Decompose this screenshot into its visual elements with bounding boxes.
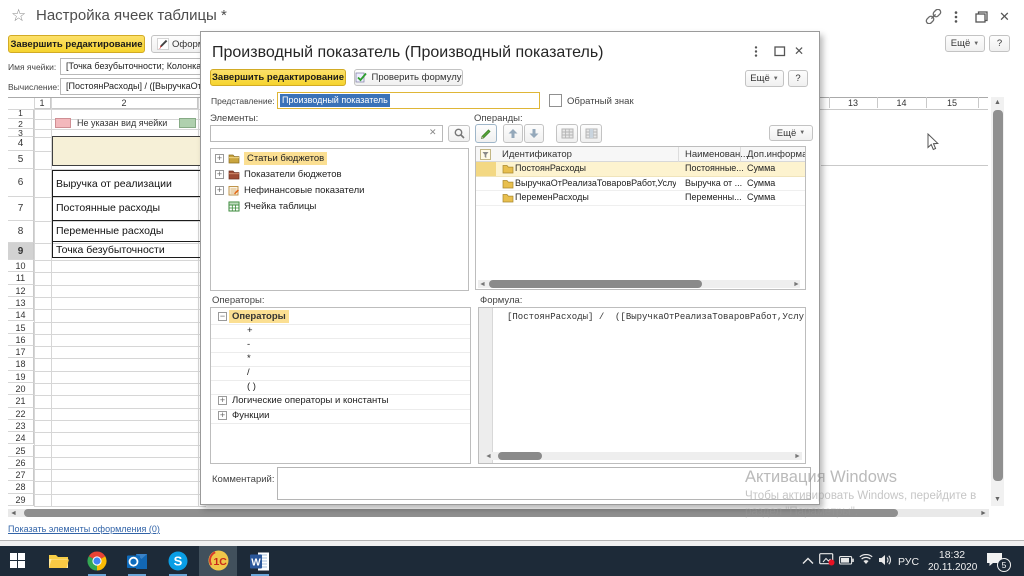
svg-text:1С: 1С bbox=[213, 556, 227, 568]
svg-text:S: S bbox=[174, 554, 183, 569]
svg-text:W: W bbox=[251, 558, 261, 569]
